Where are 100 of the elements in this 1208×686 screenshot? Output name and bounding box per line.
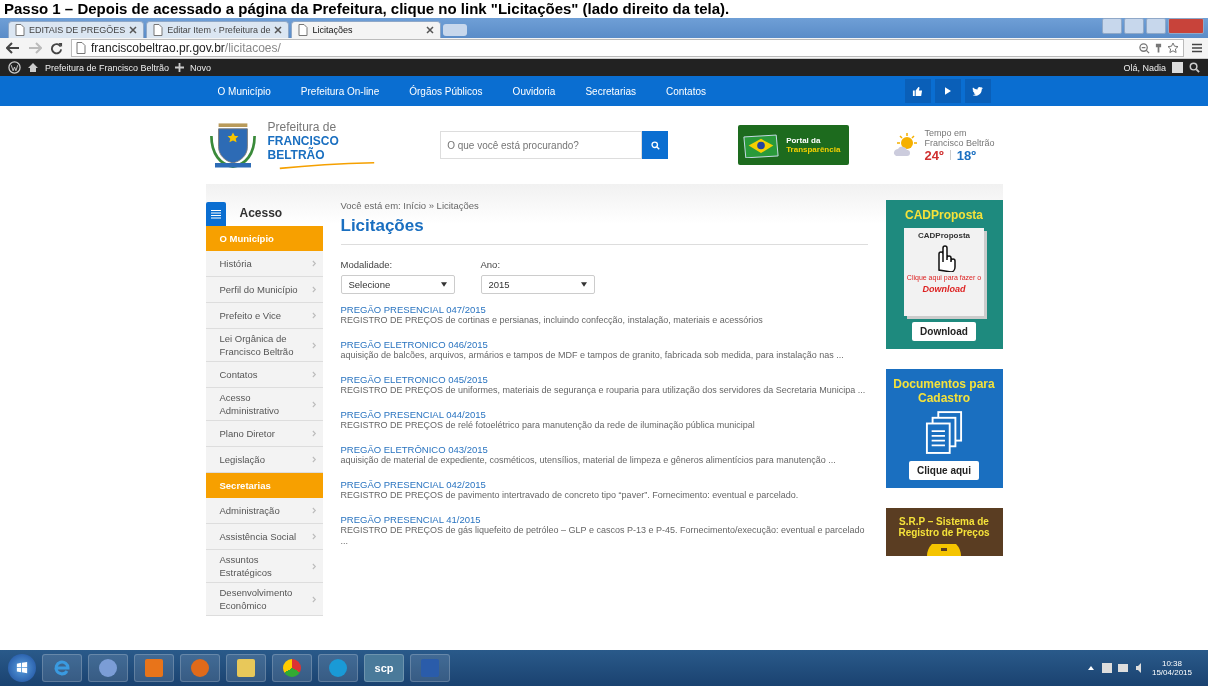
nav-link[interactable]: Órgãos Públicos — [409, 85, 483, 97]
clock-time: 10:38 — [1161, 659, 1182, 668]
address-bar[interactable]: franciscobeltrao.pr.gov.br/licitacoes/ — [71, 39, 1184, 57]
twitter-button[interactable] — [964, 79, 991, 103]
reload-icon[interactable] — [50, 41, 63, 55]
filter-dropdown[interactable]: Selecione — [340, 275, 455, 294]
tab-title: EDITAIS DE PREGÕES — [29, 25, 126, 35]
sidebar-title: Acesso — [239, 206, 283, 220]
bid-link[interactable]: PREGÃO PRESENCIAL 41/2015 — [340, 514, 868, 525]
promo-button[interactable]: Download — [912, 322, 976, 341]
bid-description: REGISTRO DE PREÇOS de relé fotoelétrico para manutenção da rede de iluminação pública municipal — [340, 420, 756, 431]
nav-link[interactable]: Prefeitura On-line — [300, 85, 380, 97]
bid-description: REGISTRO DE PREÇOS de pavimento intertravado de concreto tipo “paver”. Fornecimento: eventual e parcelado. — [340, 490, 800, 501]
plus-icon[interactable] — [175, 63, 185, 72]
chevron-icon — [311, 286, 317, 293]
browser-tab[interactable]: Licitações — [291, 21, 442, 38]
app-icon[interactable] — [88, 654, 128, 682]
search-icon[interactable] — [650, 140, 660, 150]
tab-title: Editar Item ‹ Prefeitura de — [167, 25, 271, 35]
sidebar-link[interactable]: Acesso Administrativo — [205, 388, 323, 421]
nav-link[interactable]: O Município — [217, 85, 271, 97]
flag-icon — [742, 132, 781, 158]
logo-title: Prefeitura de — [267, 120, 338, 134]
sidebar-link[interactable]: Lei Orgânica de Francisco Beltrão — [205, 329, 323, 362]
scp-app-button[interactable]: scp — [364, 654, 404, 682]
sidebar-link[interactable]: Desenvolvimento Econômico — [205, 583, 323, 616]
bird-icon[interactable] — [972, 86, 983, 96]
menu-button[interactable] — [205, 202, 226, 226]
chevron-icon — [311, 341, 317, 349]
chevron-icon — [311, 371, 317, 378]
promo-title: Documentos para Cadastro — [892, 377, 996, 405]
chevron-icon — [311, 507, 317, 514]
documents-icon — [925, 411, 963, 455]
like-button[interactable] — [904, 79, 931, 103]
tab-title: Licitações — [312, 25, 354, 35]
search-button[interactable] — [642, 131, 669, 159]
sidebar-link[interactable]: Prefeito e Vice — [205, 303, 323, 329]
chevron-icon — [311, 456, 317, 463]
transparency-portal-banner[interactable]: Portal da Transparência — [738, 125, 849, 165]
bid-link[interactable]: PREGÃO ELETRONICO 046/2015 — [340, 339, 868, 350]
windows-logo-icon[interactable] — [16, 662, 28, 674]
chevron-icon — [311, 533, 317, 540]
sidebar-link[interactable]: Assuntos Estratégicos — [205, 550, 323, 583]
bid-description: REGISTRO DE PREÇOS de gás liquefeito de petróleo – GLP e cascos P-13 e P-45. Fornecimento/execução: eventual e parcelado ... — [340, 525, 866, 547]
site-link[interactable]: Prefeitura de Francisco Beltrão — [45, 62, 170, 73]
close-icon[interactable] — [426, 26, 435, 34]
bid-link[interactable]: PREGÃO PRESENCIAL 047/2015 — [340, 304, 868, 315]
page-title: Licitações — [340, 216, 868, 245]
sidebar-link[interactable]: Administração — [205, 498, 323, 524]
key-icon[interactable] — [1155, 42, 1162, 54]
sidebar-link[interactable]: Legislação — [205, 447, 323, 473]
filter-dropdown[interactable]: 2015 — [480, 275, 595, 294]
bid-description: aquisição de balcões, arquivos, armários e tampos de MDF e tampos de granito, fabricada sob medida, para instalação nas ... — [340, 350, 845, 361]
home-icon[interactable] — [27, 62, 39, 73]
promo-button[interactable]: Clique aqui — [909, 461, 979, 480]
chevron-icon — [311, 562, 317, 570]
star-icon[interactable] — [1167, 42, 1179, 54]
bid-link[interactable]: PREGÃO PRESENCIAL 044/2015 — [340, 409, 868, 420]
play-icon[interactable] — [944, 87, 951, 95]
play-button[interactable] — [934, 79, 961, 103]
nav-link[interactable]: Ouvidoria — [512, 85, 556, 97]
wordpress-logo-icon[interactable] — [8, 61, 21, 74]
clock-date: 15/04/2015 — [1151, 668, 1192, 677]
close-icon[interactable] — [129, 26, 138, 34]
sidebar-link[interactable]: Contatos — [205, 362, 323, 388]
chevron-icon — [311, 400, 317, 408]
sidebar-link[interactable]: Plano Diretor — [205, 421, 323, 447]
max-temperature: 24º — [924, 147, 944, 163]
filter-label: Ano: — [480, 259, 502, 270]
nav-link[interactable]: Secretarias — [585, 85, 636, 97]
bid-link[interactable]: PREGÃO ELETRONICO 045/2015 — [340, 374, 868, 385]
search-icon[interactable] — [1189, 62, 1200, 73]
sidebar-link[interactable]: Perfil do Município — [205, 277, 323, 303]
promo-title: CADProposta — [905, 208, 983, 222]
browser-tab[interactable]: EDITAIS DE PREGÕES — [8, 21, 145, 38]
page-icon — [298, 24, 309, 36]
bid-link[interactable]: PREGÃO ELETRÔNICO 043/2015 — [340, 444, 868, 455]
sidebar-link[interactable]: História — [205, 251, 323, 277]
nav-link[interactable]: Contatos — [666, 85, 707, 97]
back-icon[interactable] — [6, 42, 20, 54]
page-icon — [15, 24, 25, 36]
thumbs-up-icon[interactable] — [912, 85, 923, 97]
promo-title: S.R.P – Sistema de Registro de Preços — [897, 516, 991, 538]
sidebar-link[interactable]: Assistência Social — [205, 524, 323, 550]
user-greeting[interactable]: Olá, Nadia — [1123, 62, 1166, 73]
breadcrumb: Você está em: Início » Licitações — [340, 200, 480, 211]
start-button[interactable] — [8, 654, 36, 682]
menu-icon[interactable] — [1192, 43, 1202, 53]
chevron-icon — [311, 260, 317, 267]
zoom-out-icon[interactable] — [1139, 42, 1150, 54]
new-link[interactable]: Novo — [190, 62, 212, 73]
bid-link[interactable]: PREGÃO PRESENCIAL 042/2015 — [340, 479, 868, 490]
search-field[interactable]: O que você está procurando? — [440, 131, 643, 159]
instruction-caption: Passo 1 – Depois de acessado a página da Prefeitura, clique no link "Licitações" (lado direito da tela). — [3, 0, 731, 18]
chevron-icon — [311, 595, 317, 603]
filter-label: Modalidade: — [340, 259, 394, 270]
bid-description: REGISTRO DE PREÇOS de uniformes, materiais de segurança e rouparia para utilização dos servidores da Secretaria Municipa ... — [340, 385, 867, 396]
chevron-icon — [311, 312, 317, 319]
browser-tab[interactable]: Editar Item ‹ Prefeitura de — [146, 21, 290, 38]
close-icon[interactable] — [274, 26, 283, 34]
